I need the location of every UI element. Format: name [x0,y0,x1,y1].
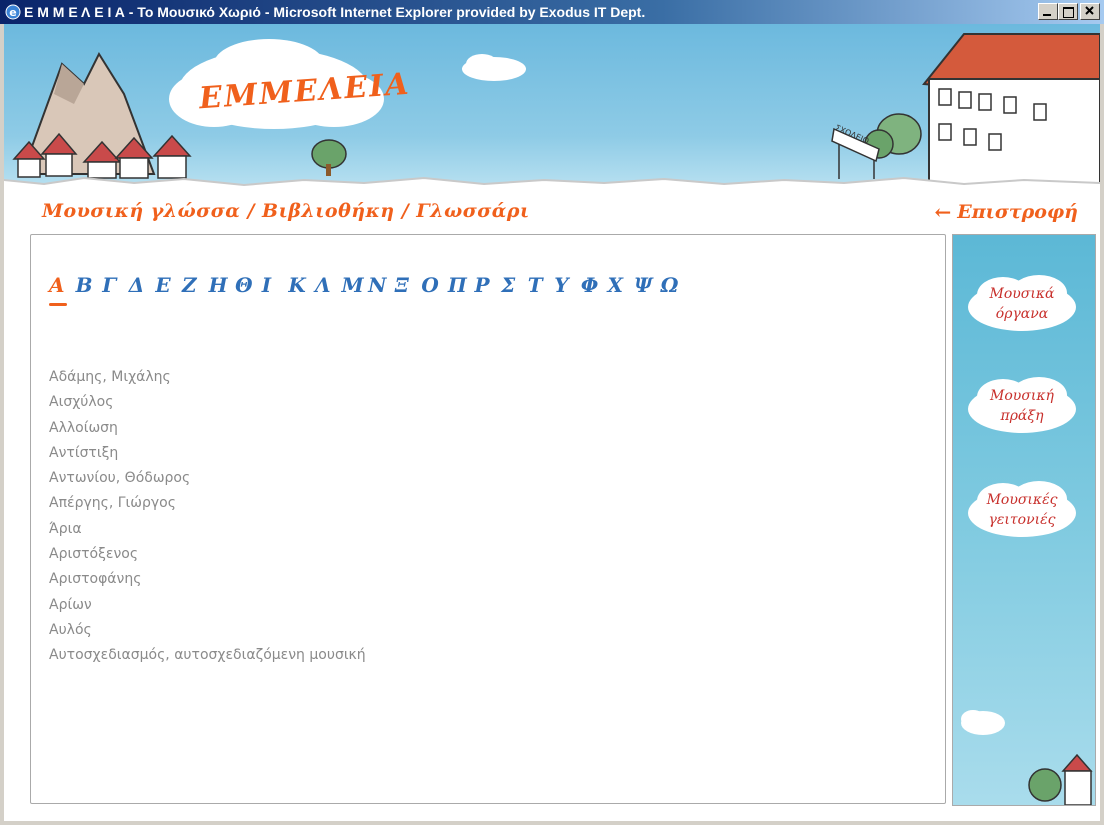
glossary-term[interactable]: Αρίων [49,593,366,618]
glossary-term[interactable]: Αυλός [49,618,366,643]
sidebar-link-line1: Μουσική [990,388,1054,404]
letter-link[interactable]: Ζ [182,273,209,297]
letter-link[interactable]: Θ [235,273,262,297]
letter-link[interactable]: Γ [102,273,129,297]
letter-link[interactable]: Τ [528,273,555,297]
back-link[interactable]: ← Επιστροφή [935,200,1078,224]
sidebar-link-music-neighborhoods[interactable]: Μουσικές γειτονιές [963,477,1081,543]
sidebar-nav: Μουσικά όργανα Μουσική πράξη Μουσικές γε… [952,234,1096,806]
letter-link[interactable]: Α [49,273,76,306]
letter-link[interactable]: Σ [501,273,528,297]
browser-viewport: EMMEΛEIA ΣΧΟΛΕΙΟ Μουσική γλώσσα / Βιβλιο… [4,24,1100,821]
sidebar-link-music-practice[interactable]: Μουσική πράξη [963,373,1081,439]
letter-link[interactable]: Ν [368,273,395,297]
letter-link[interactable]: Η [209,273,236,297]
letter-link[interactable]: Ε [155,273,182,297]
sidebar-link-line2: γειτονιές [988,512,1056,528]
maximize-icon [1063,7,1074,18]
glossary-term-list: Αδάμης, Μιχάλης Αισχύλος Αλλοίωση Αντίστ… [49,365,366,669]
letter-link[interactable]: Ο [421,273,448,297]
glossary-term[interactable]: Αλλοίωση [49,416,366,441]
close-icon [1085,6,1094,15]
letter-link[interactable]: Ψ [634,273,661,297]
letter-link[interactable]: Β [76,273,103,297]
close-button[interactable] [1080,3,1100,20]
alphabet-index: Α Β Γ Δ Ε Ζ Η Θ Ι Κ Λ Μ Ν Ξ Ο Π Ρ Σ Τ Υ … [49,273,688,306]
letter-link[interactable]: Φ [581,273,608,297]
breadcrumb[interactable]: Μουσική γλώσσα / Βιβλιοθήκη / Γλωσσάρι [42,200,530,222]
maximize-button[interactable] [1058,3,1078,20]
glossary-term[interactable]: Απέργης, Γιώργος [49,491,366,516]
sidebar-link-line1: Μουσικά [989,286,1055,302]
letter-link[interactable]: Χ [607,273,634,297]
letter-link[interactable]: Ι [262,273,289,297]
letter-link[interactable]: Υ [554,273,581,297]
glossary-panel: Α Β Γ Δ Ε Ζ Η Θ Ι Κ Λ Μ Ν Ξ Ο Π Ρ Σ Τ Υ … [30,234,946,804]
glossary-term[interactable]: Αριστοφάνης [49,567,366,592]
letter-link[interactable]: Λ [315,273,342,297]
back-link-label: Επιστροφή [957,201,1078,223]
internet-explorer-icon: e [5,4,21,20]
glossary-term[interactable]: Αντίστιξη [49,441,366,466]
letter-link[interactable]: Ρ [475,273,502,297]
minimize-button[interactable] [1038,3,1058,20]
sidebar-link-line2: πράξη [1000,408,1044,424]
torn-paper-edge [4,176,1100,200]
letter-link[interactable]: Κ [288,273,315,297]
window-title-bar[interactable]: e Ε Μ Μ Ε Λ Ε Ι Α - Το Μουσικό Χωριό - M… [0,0,1104,24]
sidebar-link-instruments[interactable]: Μουσικά όργανα [963,271,1081,337]
sidebar-link-line2: όργανα [995,306,1049,322]
minimize-icon [1043,14,1051,16]
letter-link[interactable]: Π [448,273,475,297]
svg-text:e: e [9,6,16,19]
letter-link[interactable]: Ω [661,273,688,297]
glossary-term[interactable]: Αντωνίου, Θόδωρος [49,466,366,491]
glossary-term[interactable]: Άρια [49,517,366,542]
letter-link[interactable]: Δ [129,273,156,297]
letter-link[interactable]: Ξ [395,273,422,297]
glossary-term[interactable]: Αδάμης, Μιχάλης [49,365,366,390]
glossary-term[interactable]: Αυτοσχεδιασμός, αυτοσχεδιαζόμενη μουσική [49,643,366,668]
glossary-term[interactable]: Αριστόξενος [49,542,366,567]
window-title: Ε Μ Μ Ε Λ Ε Ι Α - Το Μουσικό Χωριό - Mic… [24,4,646,20]
header-illustration: EMMEΛEIA ΣΧΟΛΕΙΟ [4,24,1100,184]
glossary-term[interactable]: Αισχύλος [49,390,366,415]
village-scene [12,33,1100,184]
sidebar-link-line1: Μουσικές [986,492,1058,508]
sidebar-village-illustration [961,710,1093,805]
letter-link[interactable]: Μ [342,273,369,297]
arrow-left-icon: ← [934,200,952,224]
